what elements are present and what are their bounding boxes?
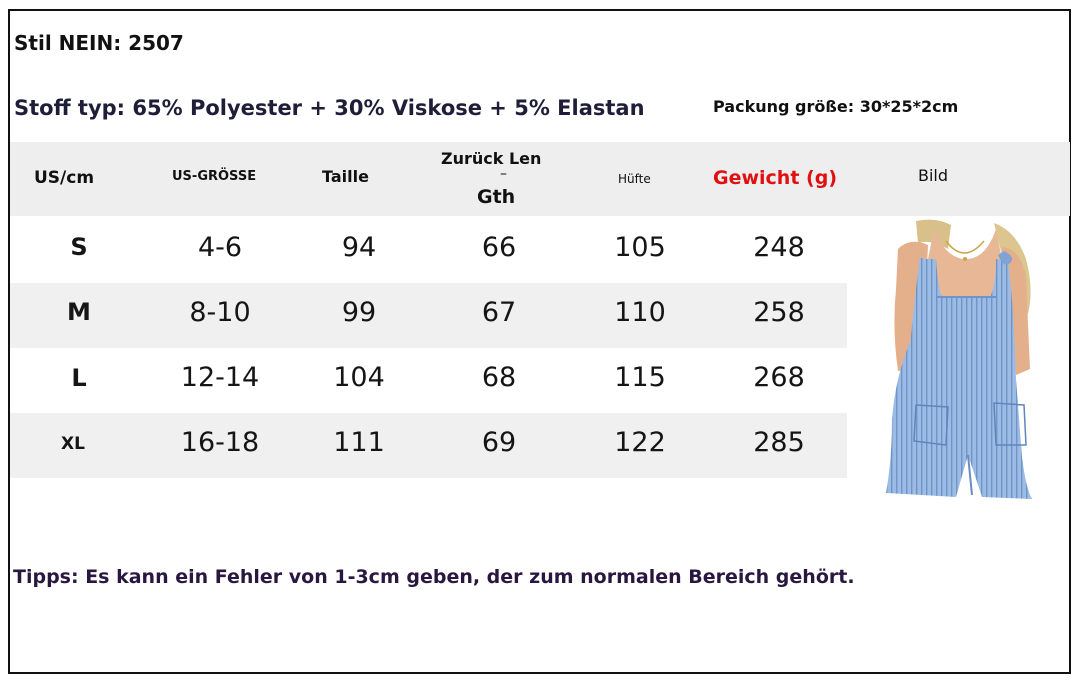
cell-size: S bbox=[70, 233, 88, 261]
cell-size: XL bbox=[61, 434, 85, 454]
cell-weight: 258 bbox=[753, 297, 805, 328]
header-us-size: US-GRÖSSE bbox=[172, 169, 257, 184]
cell-us-size: 4-6 bbox=[197, 232, 243, 263]
row-band-xl bbox=[10, 413, 847, 478]
tips-note: Tipps: Es kann ein Fehler von 1-3cm gebe… bbox=[13, 566, 855, 588]
cell-us-size: 16-18 bbox=[180, 427, 260, 458]
header-back-length-dash: – bbox=[500, 166, 507, 182]
header-us-cm: US/cm bbox=[34, 168, 95, 188]
cell-hip: 110 bbox=[614, 297, 666, 328]
cell-back-length: 69 bbox=[481, 427, 517, 458]
cell-back-length: 68 bbox=[481, 362, 517, 393]
cell-us-size: 12-14 bbox=[180, 362, 260, 393]
cell-weight: 248 bbox=[753, 232, 805, 263]
header-back-length-line1: Zurück Len bbox=[441, 149, 542, 168]
header-weight: Gewicht (g) bbox=[713, 167, 838, 189]
product-photo-romper bbox=[876, 219, 1046, 506]
header-picture: Bild bbox=[918, 166, 949, 185]
cell-us-size: 8-10 bbox=[189, 297, 251, 328]
cell-size: M bbox=[67, 298, 91, 326]
cell-back-length: 67 bbox=[481, 297, 517, 328]
cell-weight: 268 bbox=[753, 362, 805, 393]
style-number: Stil NEIN: 2507 bbox=[14, 31, 184, 55]
cell-weight: 285 bbox=[753, 427, 805, 458]
cell-waist: 99 bbox=[341, 297, 377, 328]
header-waist: Taille bbox=[322, 167, 369, 186]
package-size: Packung größe: 30*25*2cm bbox=[713, 97, 959, 116]
cell-hip: 115 bbox=[614, 362, 666, 393]
cell-hip: 122 bbox=[614, 427, 666, 458]
header-hip: Hüfte bbox=[618, 172, 651, 186]
cell-waist: 104 bbox=[333, 362, 385, 393]
header-back-length-line2: Gth bbox=[477, 186, 516, 208]
cell-size: L bbox=[71, 364, 87, 392]
cell-back-length: 66 bbox=[481, 232, 517, 263]
cell-hip: 105 bbox=[614, 232, 666, 263]
row-band-m bbox=[10, 283, 847, 348]
cell-waist: 94 bbox=[341, 232, 377, 263]
fabric-composition: Stoff typ: 65% Polyester + 30% Viskose +… bbox=[14, 96, 645, 120]
cell-waist: 111 bbox=[333, 427, 385, 458]
